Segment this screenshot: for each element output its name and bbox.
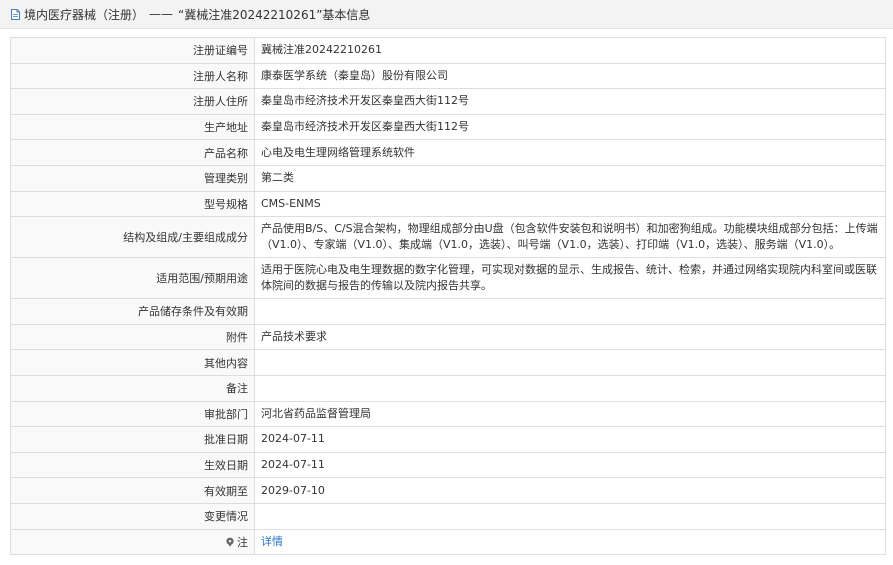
table-row: 注册证编号 冀械注准20242210261 bbox=[10, 37, 886, 64]
row-label: 注册人名称 bbox=[10, 62, 255, 90]
details-link[interactable]: 详情 bbox=[261, 535, 283, 548]
table-row: 备注 bbox=[10, 374, 886, 402]
page-title: “冀械注准20242210261”基本信息 bbox=[178, 7, 371, 22]
row-value bbox=[254, 374, 886, 402]
table-row: 产品储存条件及有效期 bbox=[10, 298, 886, 325]
note-label-cell: 注 bbox=[10, 528, 255, 556]
row-value: 河北省药品监督管理局 bbox=[254, 400, 886, 428]
table-row: 型号规格 CMS-ENMS bbox=[10, 190, 886, 218]
table-row: 生产地址 秦皇岛市经济技术开发区秦皇西大街112号 bbox=[10, 113, 886, 141]
header-separator: —— bbox=[149, 7, 174, 21]
table-row: 注册人名称 康泰医学系统（秦皇岛）股份有限公司 bbox=[10, 62, 886, 90]
note-row: 注 详情 bbox=[10, 528, 886, 556]
row-label: 适用范围/预期用途 bbox=[10, 257, 255, 300]
row-label: 备注 bbox=[10, 374, 255, 402]
table-row: 批准日期 2024-07-11 bbox=[10, 426, 886, 453]
row-label: 审批部门 bbox=[10, 400, 255, 428]
info-table-wrapper: 注册证编号 冀械注准20242210261 注册人名称 康泰医学系统（秦皇岛）股… bbox=[10, 37, 886, 556]
note-label: 注 bbox=[237, 535, 248, 549]
row-value: 第二类 bbox=[254, 164, 886, 192]
row-value: 秦皇岛市经济技术开发区秦皇西大街112号 bbox=[254, 88, 886, 115]
table-row: 附件 产品技术要求 bbox=[10, 323, 886, 351]
row-value: CMS-ENMS bbox=[254, 190, 886, 218]
row-label: 管理类别 bbox=[10, 164, 255, 192]
row-label: 生效日期 bbox=[10, 451, 255, 479]
table-row: 管理类别 第二类 bbox=[10, 164, 886, 192]
row-label: 批准日期 bbox=[10, 426, 255, 453]
row-label: 注册证编号 bbox=[10, 37, 255, 64]
table-row: 审批部门 河北省药品监督管理局 bbox=[10, 400, 886, 428]
note-label-wrap: 注 bbox=[225, 534, 248, 550]
row-value: 2029-07-10 bbox=[254, 477, 886, 504]
table-row: 注册人住所 秦皇岛市经济技术开发区秦皇西大街112号 bbox=[10, 88, 886, 115]
row-value: 适用于医院心电及电生理数据的数字化管理，可实现对数据的显示、生成报告、统计、检索… bbox=[254, 257, 886, 300]
row-value: 2024-07-11 bbox=[254, 426, 886, 453]
row-label: 生产地址 bbox=[10, 113, 255, 141]
table-row: 变更情况 bbox=[10, 502, 886, 530]
note-value-cell: 详情 bbox=[254, 528, 886, 556]
row-value: 秦皇岛市经济技术开发区秦皇西大街112号 bbox=[254, 113, 886, 141]
row-value bbox=[254, 502, 886, 530]
row-label: 其他内容 bbox=[10, 349, 255, 376]
row-label: 有效期至 bbox=[10, 477, 255, 504]
info-pin-icon bbox=[225, 537, 235, 547]
row-label: 型号规格 bbox=[10, 190, 255, 218]
row-value bbox=[254, 298, 886, 325]
row-label: 结构及组成/主要组成成分 bbox=[10, 216, 255, 259]
document-icon bbox=[9, 8, 22, 21]
row-label: 注册人住所 bbox=[10, 88, 255, 115]
row-value: 产品技术要求 bbox=[254, 323, 886, 351]
row-value: 2024-07-11 bbox=[254, 451, 886, 479]
row-value: 冀械注准20242210261 bbox=[254, 37, 886, 64]
table-row: 生效日期 2024-07-11 bbox=[10, 451, 886, 479]
table-row: 结构及组成/主要组成成分 产品使用B/S、C/S混合架构，物理组成部分由U盘（包… bbox=[10, 216, 886, 259]
info-table: 注册证编号 冀械注准20242210261 注册人名称 康泰医学系统（秦皇岛）股… bbox=[10, 37, 886, 556]
table-row: 产品名称 心电及电生理网络管理系统软件 bbox=[10, 139, 886, 166]
row-label: 变更情况 bbox=[10, 502, 255, 530]
row-label: 产品储存条件及有效期 bbox=[10, 298, 255, 325]
row-value: 产品使用B/S、C/S混合架构，物理组成部分由U盘（包含软件安装包和说明书）和加… bbox=[254, 216, 886, 259]
table-row: 适用范围/预期用途 适用于医院心电及电生理数据的数字化管理，可实现对数据的显示、… bbox=[10, 257, 886, 300]
page-header: 境内医疗器械（注册） —— “冀械注准20242210261”基本信息 bbox=[0, 0, 893, 29]
row-label: 附件 bbox=[10, 323, 255, 351]
header-category: 境内医疗器械（注册） bbox=[24, 7, 145, 22]
row-label: 产品名称 bbox=[10, 139, 255, 166]
row-value bbox=[254, 349, 886, 376]
table-row: 其他内容 bbox=[10, 349, 886, 376]
row-value: 心电及电生理网络管理系统软件 bbox=[254, 139, 886, 166]
row-value: 康泰医学系统（秦皇岛）股份有限公司 bbox=[254, 62, 886, 90]
table-row: 有效期至 2029-07-10 bbox=[10, 477, 886, 504]
